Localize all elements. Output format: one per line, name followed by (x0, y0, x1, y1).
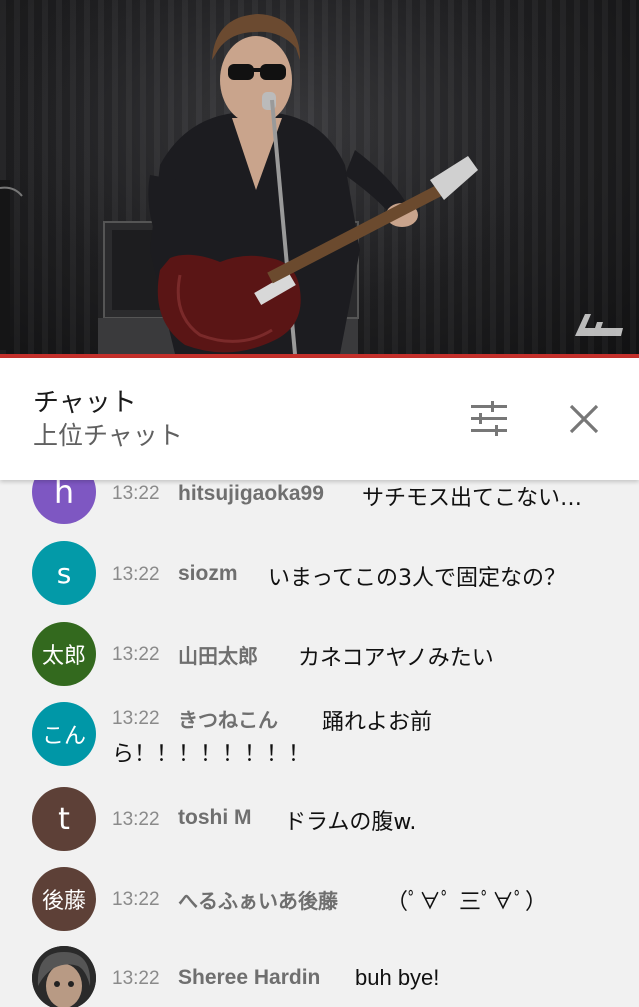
message-timestamp: 13:22 (112, 889, 160, 910)
user-photo-avatar (32, 946, 96, 1007)
chat-message: 太郎 13:22 山田太郎 カネコアヤノみたい (0, 621, 639, 701)
chat-filter-button[interactable] (464, 394, 514, 444)
chat-message-list[interactable]: h 13:22 hitsujigaoka99 サチモス出てこない… s 13:2… (0, 480, 639, 1007)
chat-title: チャット (33, 388, 137, 418)
message-text: サチモス出てこない… (362, 486, 583, 511)
avatar-initial: t (58, 801, 70, 837)
chat-message: s 13:22 siozm いまってこの3人で固定なの？ (0, 540, 639, 620)
avatar[interactable]: t (32, 787, 96, 851)
avatar[interactable] (32, 946, 96, 1007)
message-author[interactable]: へるふぁいあ後藤 (178, 885, 338, 914)
chat-close-button[interactable] (559, 394, 609, 444)
chat-message: こん 13:22 きつねこん 踊れよお前 ら！！！！！！！！ (0, 702, 639, 788)
avatar[interactable]: こん (32, 702, 96, 766)
chat-message: 後藤 13:22 へるふぁいあ後藤 （ﾟ∀ﾟ 三ﾟ∀ﾟ） (0, 866, 639, 946)
message-author[interactable]: Sheree Hardin (178, 966, 320, 990)
channel-watermark-icon (575, 314, 623, 336)
chat-mode-dropdown[interactable]: 上位チャット (33, 416, 183, 452)
message-text: buh bye! (355, 965, 440, 990)
avatar-initial: h (53, 480, 75, 511)
message-author[interactable]: siozm (178, 562, 238, 586)
message-author[interactable]: toshi M (178, 806, 252, 830)
message-timestamp: 13:22 (112, 968, 160, 989)
tune-icon (471, 401, 507, 436)
message-author[interactable]: hitsujigaoka99 (178, 482, 324, 506)
video-frame (0, 14, 478, 354)
message-text: （ﾟ∀ﾟ 三ﾟ∀ﾟ） (386, 890, 547, 915)
message-text: カネコアヤノみたい (298, 646, 494, 671)
avatar-initial: 後藤 (41, 889, 86, 914)
chat-header: チャット 上位チャット (0, 358, 639, 480)
avatar[interactable]: h (32, 480, 96, 524)
message-timestamp: 13:22 (112, 644, 160, 665)
avatar-initial: s (56, 556, 72, 590)
avatar[interactable]: s (32, 541, 96, 605)
message-author[interactable]: きつねこん (178, 704, 278, 733)
avatar-initial: こん (41, 724, 86, 749)
message-text: いまってこの3人で固定なの？ (268, 566, 567, 591)
avatar[interactable]: 後藤 (32, 867, 96, 931)
chat-message: h 13:22 hitsujigaoka99 サチモス出てこない… (0, 480, 639, 540)
video-player[interactable] (0, 0, 639, 358)
message-text-continued: ら！！！！！！！！ (112, 742, 311, 767)
message-text: ドラムの腹w. (284, 810, 417, 835)
chat-message: 13:22 Sheree Hardin buh bye! (0, 946, 639, 1007)
message-author[interactable]: 山田太郎 (178, 640, 258, 669)
message-timestamp: 13:22 (112, 809, 160, 830)
message-timestamp: 13:22 (112, 564, 160, 585)
avatar[interactable]: 太郎 (32, 622, 96, 686)
message-timestamp: 13:22 (112, 708, 160, 729)
avatar-initial: 太郎 (41, 644, 86, 669)
message-text: 踊れよお前 (322, 710, 433, 735)
chat-message: t 13:22 toshi M ドラムの腹w. (0, 786, 639, 866)
close-icon (569, 404, 599, 434)
message-timestamp: 13:22 (112, 483, 160, 504)
